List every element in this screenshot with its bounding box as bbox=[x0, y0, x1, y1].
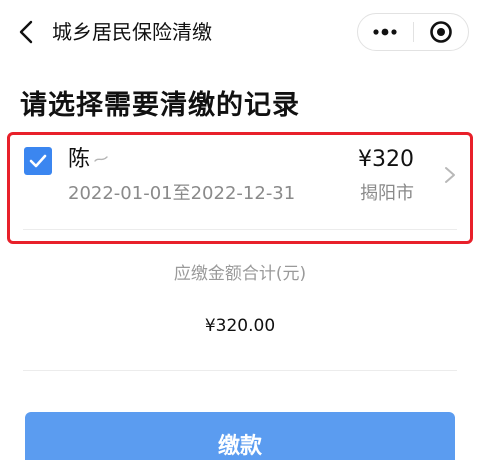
nav-bar: 城乡居民保险清缴 bbox=[0, 0, 480, 66]
close-button[interactable] bbox=[414, 14, 469, 50]
back-button[interactable] bbox=[10, 14, 42, 50]
more-button[interactable] bbox=[358, 14, 413, 50]
insured-name: 陈 bbox=[68, 147, 91, 172]
record-item[interactable]: 陈 2022-01-01至2022-12-31 ¥320 揭阳市 bbox=[14, 137, 466, 227]
name-redaction-mark bbox=[94, 156, 108, 162]
pay-button[interactable]: 缴款 bbox=[25, 412, 455, 460]
checkmark-icon bbox=[29, 154, 47, 168]
target-close-icon bbox=[429, 21, 452, 43]
coverage-period: 2022-01-01至2022-12-31 bbox=[68, 183, 296, 204]
mini-program-capsule bbox=[357, 13, 469, 51]
page: 城乡居民保险清缴 请选择需要清缴的记录 陈 2022-01-01至2022-12… bbox=[0, 0, 480, 460]
total-amount-value: ¥320.00 bbox=[204, 316, 276, 336]
divider bbox=[23, 370, 457, 371]
record-amount: ¥320 bbox=[358, 147, 414, 172]
chevron-left-icon bbox=[19, 20, 33, 44]
nav-title: 城乡居民保险清缴 bbox=[52, 20, 212, 44]
record-city: 揭阳市 bbox=[360, 183, 414, 204]
page-title: 请选择需要清缴的记录 bbox=[20, 90, 300, 121]
divider bbox=[23, 229, 457, 230]
more-dots-icon bbox=[373, 28, 397, 36]
record-checkbox[interactable] bbox=[24, 147, 52, 175]
total-amount-label: 应缴金额合计(元) bbox=[173, 264, 307, 284]
chevron-right-icon bbox=[445, 167, 455, 183]
